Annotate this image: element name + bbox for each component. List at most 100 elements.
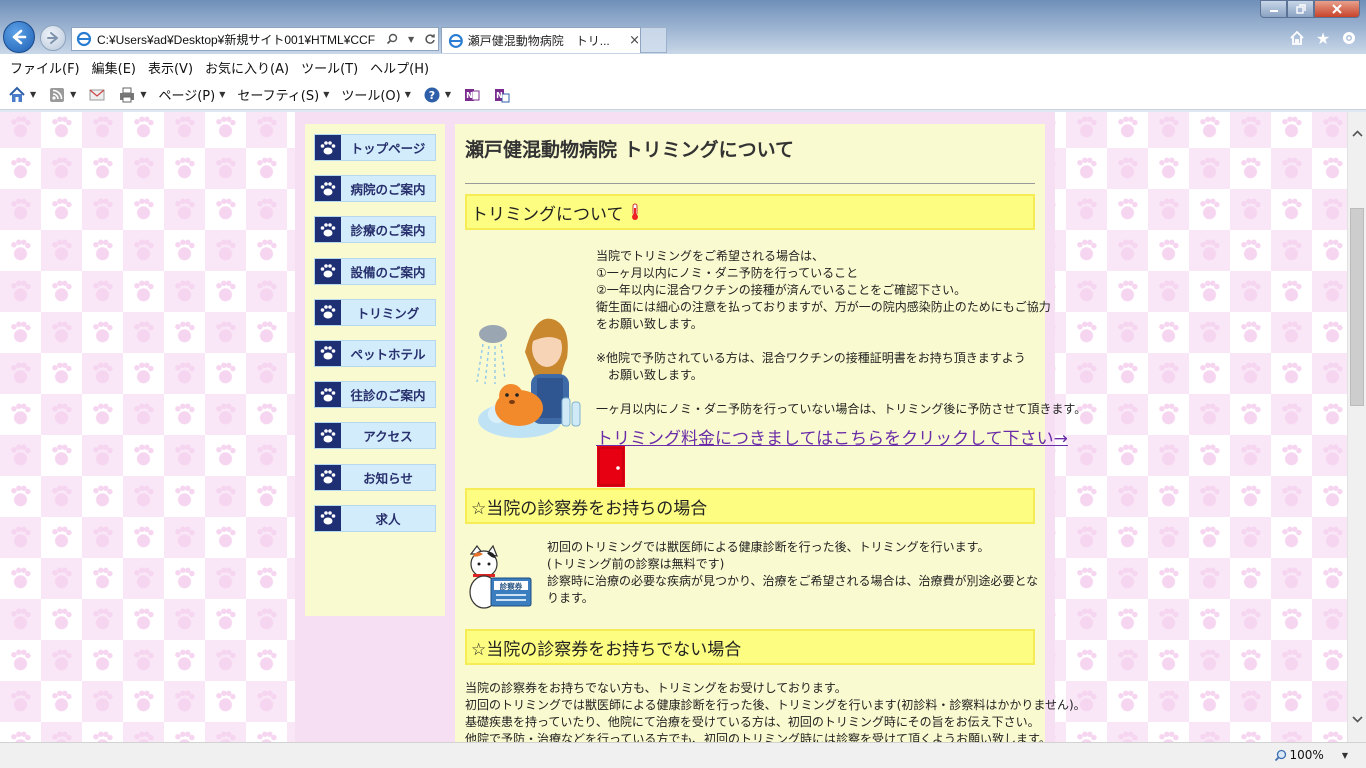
onenote-command[interactable]: N bbox=[463, 86, 481, 104]
nav-facilities-info[interactable]: 設備のご案内 bbox=[314, 257, 436, 285]
chevron-down-icon[interactable]: ▼ bbox=[1342, 751, 1348, 760]
paw-icon bbox=[315, 135, 341, 160]
page-menu[interactable]: ページ(P) ▼ bbox=[158, 85, 225, 104]
mail-command[interactable] bbox=[88, 86, 106, 104]
card-holder-text-line: (トリミング前の診察は無料です) bbox=[547, 557, 725, 571]
help-icon: ? bbox=[424, 87, 440, 102]
status-bar: 100% ▼ bbox=[0, 742, 1366, 768]
tools-menu-label: ツール(O) bbox=[341, 89, 401, 104]
tab-close-icon[interactable]: × bbox=[629, 33, 640, 48]
minimize-button[interactable] bbox=[1260, 0, 1287, 18]
menu-file[interactable]: ファイル(F) bbox=[6, 58, 84, 77]
page-favicon-icon bbox=[76, 31, 92, 47]
nav-treatment-info[interactable]: 診療のご案内 bbox=[314, 216, 436, 244]
scrollbar-thumb[interactable] bbox=[1350, 208, 1364, 406]
patient-card-cat-illustration: 診察券 bbox=[469, 544, 532, 609]
chevron-down-icon[interactable]: ▼ bbox=[70, 90, 76, 99]
close-icon bbox=[1332, 4, 1342, 14]
refresh-icon[interactable] bbox=[422, 31, 438, 47]
mail-icon bbox=[89, 89, 105, 100]
help-command[interactable]: ? ▼ bbox=[423, 86, 451, 104]
address-text[interactable]: C:¥Users¥ad¥Desktop¥新規サイト001¥HTML¥CCF bbox=[97, 31, 381, 48]
section-heading-text: ☆当院の診察券をお持ちでない場合 bbox=[471, 639, 742, 660]
page-title: 瀬戸健混動物病院 トリミングについて bbox=[465, 139, 795, 161]
settings-gear-icon[interactable] bbox=[1340, 29, 1358, 47]
nav-label: トリミング bbox=[356, 305, 420, 321]
feeds-command[interactable]: ▼ bbox=[48, 86, 76, 104]
zoom-control[interactable]: 100% ▼ bbox=[1274, 748, 1348, 762]
scroll-up-icon[interactable] bbox=[1348, 124, 1366, 143]
window-controls bbox=[1260, 0, 1360, 18]
title-divider bbox=[465, 183, 1035, 184]
tab-favicon-icon bbox=[448, 33, 463, 48]
nav-house-call[interactable]: 往診のご案内 bbox=[314, 381, 436, 409]
print-command[interactable]: ▼ bbox=[118, 86, 146, 104]
menu-bar: ファイル(F) 編集(E) 表示(V) お気に入り(A) ツール(T) ヘルプ(… bbox=[0, 54, 1366, 80]
paw-icon bbox=[315, 299, 341, 325]
forward-button[interactable] bbox=[40, 25, 66, 51]
menu-favorites[interactable]: お気に入り(A) bbox=[201, 58, 293, 77]
non-holder-text-line: 初回のトリミングでは獣医師による健康診断を行った後、トリミングを行います(初診料… bbox=[465, 698, 1086, 712]
trimming-text-line: ①一ヶ月以内にノミ・ダニ予防を行っていること bbox=[596, 266, 859, 280]
nav-trimming[interactable]: トリミング bbox=[314, 298, 436, 326]
nav-access[interactable]: アクセス bbox=[314, 422, 436, 450]
home-icon[interactable] bbox=[1288, 29, 1306, 47]
command-bar: ▼ ▼ ▼ ページ(P) ▼ セーフティ(S) ▼ ツール(O) ▼ ? ▼ N… bbox=[0, 80, 1366, 110]
address-dropdown-icon[interactable]: ▼ bbox=[403, 31, 419, 47]
forward-arrow-icon bbox=[47, 32, 58, 44]
trimming-price-link[interactable]: トリミング料金につきましてはこちらをクリックして下さい→ bbox=[596, 424, 1068, 449]
onenote-linked-command[interactable]: N bbox=[493, 86, 511, 104]
minimize-icon bbox=[1269, 10, 1278, 12]
svg-text:N: N bbox=[466, 91, 473, 100]
paw-icon bbox=[315, 382, 341, 408]
nav-label: 病院のご案内 bbox=[350, 182, 426, 198]
new-tab-button[interactable] bbox=[641, 27, 667, 53]
back-button[interactable] bbox=[3, 21, 35, 53]
menu-view[interactable]: 表示(V) bbox=[144, 58, 197, 77]
chevron-down-icon[interactable]: ▼ bbox=[140, 90, 146, 99]
close-window-button[interactable] bbox=[1314, 0, 1360, 18]
nav-label: 診療のご案内 bbox=[350, 223, 426, 239]
safety-menu[interactable]: セーフティ(S) ▼ bbox=[237, 85, 329, 104]
maximize-button[interactable] bbox=[1287, 0, 1314, 18]
tools-menu[interactable]: ツール(O) ▼ bbox=[341, 85, 411, 104]
chevron-down-icon: ▼ bbox=[323, 90, 330, 99]
restore-icon bbox=[1295, 4, 1306, 14]
scroll-down-icon[interactable] bbox=[1348, 710, 1366, 729]
favorites-star-icon[interactable]: ★ bbox=[1314, 29, 1332, 48]
side-navigation: トップページ 病院のご案内 診療のご案内 設備のご案内 トリミング ペットホテル bbox=[305, 124, 445, 616]
nav-news[interactable]: お知らせ bbox=[314, 463, 436, 491]
chevron-down-icon[interactable]: ▼ bbox=[30, 90, 36, 99]
search-icon[interactable] bbox=[384, 31, 400, 47]
menu-help[interactable]: ヘルプ(H) bbox=[366, 58, 433, 77]
card-holder-text-line: 初回のトリミングでは獣医師による健康診断を行った後、トリミングを行います。 bbox=[547, 540, 990, 554]
menu-edit[interactable]: 編集(E) bbox=[88, 58, 140, 77]
trimming-text-line: 衛生面には細心の注意を払っておりますが、万が一の院内感染防止のためにもご協力 bbox=[596, 300, 1051, 314]
site-frame: トップページ 病院のご案内 診療のご案内 設備のご案内 トリミング ペットホテル bbox=[295, 112, 1086, 742]
door-icon[interactable] bbox=[597, 446, 625, 487]
menu-tools[interactable]: ツール(T) bbox=[297, 58, 362, 77]
page-viewport: トップページ 病院のご案内 診療のご案内 設備のご案内 トリミング ペットホテル bbox=[0, 112, 1347, 742]
nav-recruit[interactable]: 求人 bbox=[314, 504, 436, 532]
trimming-illustration bbox=[476, 318, 581, 438]
zoom-level: 100% bbox=[1289, 748, 1324, 762]
nav-label: お知らせ bbox=[363, 470, 413, 486]
browser-titlebar: C:¥Users¥ad¥Desktop¥新規サイト001¥HTML¥CCF ▼ … bbox=[0, 0, 1366, 54]
nav-hospital-info[interactable]: 病院のご案内 bbox=[314, 175, 436, 203]
nav-label: 設備のご案内 bbox=[350, 264, 426, 280]
nav-top-page[interactable]: トップページ bbox=[314, 134, 436, 161]
tab-active[interactable]: 瀬戸健混動物病院 トリ... × bbox=[441, 27, 641, 53]
paw-icon bbox=[315, 423, 341, 449]
nav-label: 求人 bbox=[375, 511, 401, 527]
chevron-down-icon[interactable]: ▼ bbox=[445, 90, 451, 99]
vertical-scrollbar[interactable] bbox=[1347, 112, 1366, 742]
paw-icon bbox=[315, 217, 341, 243]
address-bar[interactable]: C:¥Users¥ad¥Desktop¥新規サイト001¥HTML¥CCF ▼ bbox=[71, 27, 439, 51]
nav-pet-hotel[interactable]: ペットホテル bbox=[314, 339, 436, 367]
main-content: 瀬戸健混動物病院 トリミングについて トリミングについて 当院でトリミングをご希… bbox=[455, 124, 1086, 742]
paw-icon bbox=[315, 176, 341, 202]
home-command[interactable]: ▼ bbox=[8, 86, 36, 104]
nav-label: ペットホテル bbox=[350, 346, 426, 362]
onenote-linked-icon: N bbox=[495, 88, 510, 102]
svg-text:?: ? bbox=[429, 89, 435, 102]
